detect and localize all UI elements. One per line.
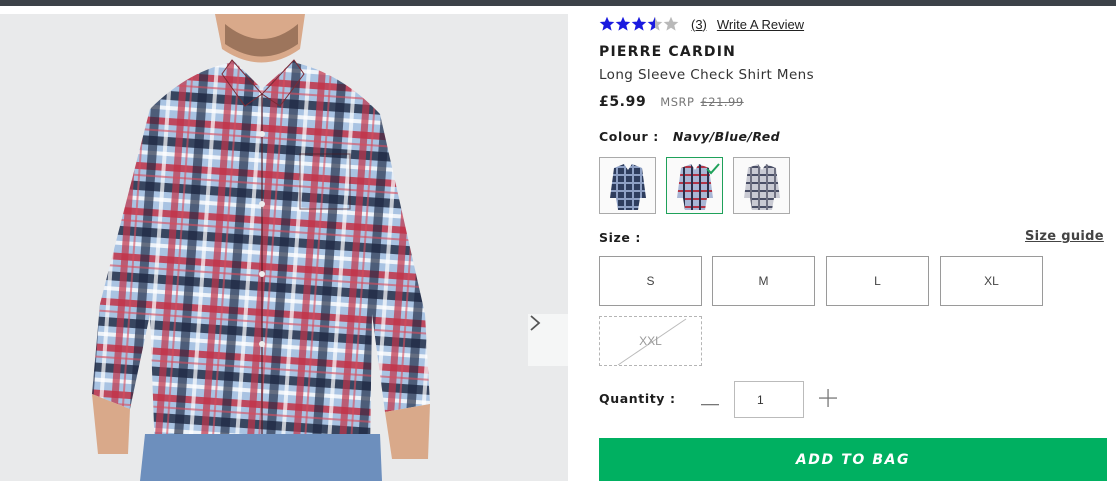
product-image [0,14,568,481]
quantity-decrease-button[interactable] [698,389,722,411]
price-row: £5.99 MSRP £21.99 [599,94,744,110]
size-label: Size : [599,230,641,245]
star-icon [615,16,631,31]
size-option-xl[interactable]: XL [940,256,1043,306]
sale-price: £5.99 [599,94,647,110]
rating-row: (3) Write A Review [599,14,804,34]
quantity-input[interactable] [734,381,804,418]
swatch-navy-check[interactable] [599,157,656,214]
size-option-label: S [646,274,655,288]
checkmark-icon [706,160,720,179]
top-bar [0,0,1116,6]
colour-label: Colour : [599,129,659,144]
write-review-link[interactable]: Write A Review [717,17,804,32]
product-brand: PIERRE CARDIN [599,44,737,60]
msrp-label: MSRP [660,95,695,109]
size-option-m[interactable]: M [712,256,815,306]
size-option-label: L [874,274,881,288]
size-guide-link[interactable]: Size guide [1025,229,1104,244]
product-name: Long Sleeve Check Shirt Mens [599,67,815,83]
star-icon [631,16,647,31]
star-icon [663,16,679,31]
next-image-button[interactable] [528,314,568,366]
swatch-grey-check[interactable] [733,157,790,214]
quantity-label: Quantity : [599,391,676,406]
size-option-xxl-unavailable: XXL [599,316,702,366]
msrp-price: £21.99 [700,95,744,109]
swatch-navy-blue-red[interactable] [666,157,723,214]
star-icon [599,16,615,31]
size-option-label: XL [984,274,999,288]
size-option-label: M [758,274,769,288]
star-icon [647,16,663,31]
selected-colour: Navy/Blue/Red [672,129,781,144]
size-option-l[interactable]: L [826,256,929,306]
star-rating [599,16,679,32]
plus-icon [819,389,837,411]
size-option-label: XXL [639,334,662,348]
minus-icon [701,391,719,410]
quantity-increase-button[interactable] [816,389,840,411]
review-count[interactable]: (3) [691,17,707,32]
size-option-s[interactable]: S [599,256,702,306]
colour-swatches [599,157,800,214]
colour-row: Colour : Navy/Blue/Red [599,129,780,144]
add-to-bag-button[interactable]: ADD TO BAG [599,438,1107,481]
